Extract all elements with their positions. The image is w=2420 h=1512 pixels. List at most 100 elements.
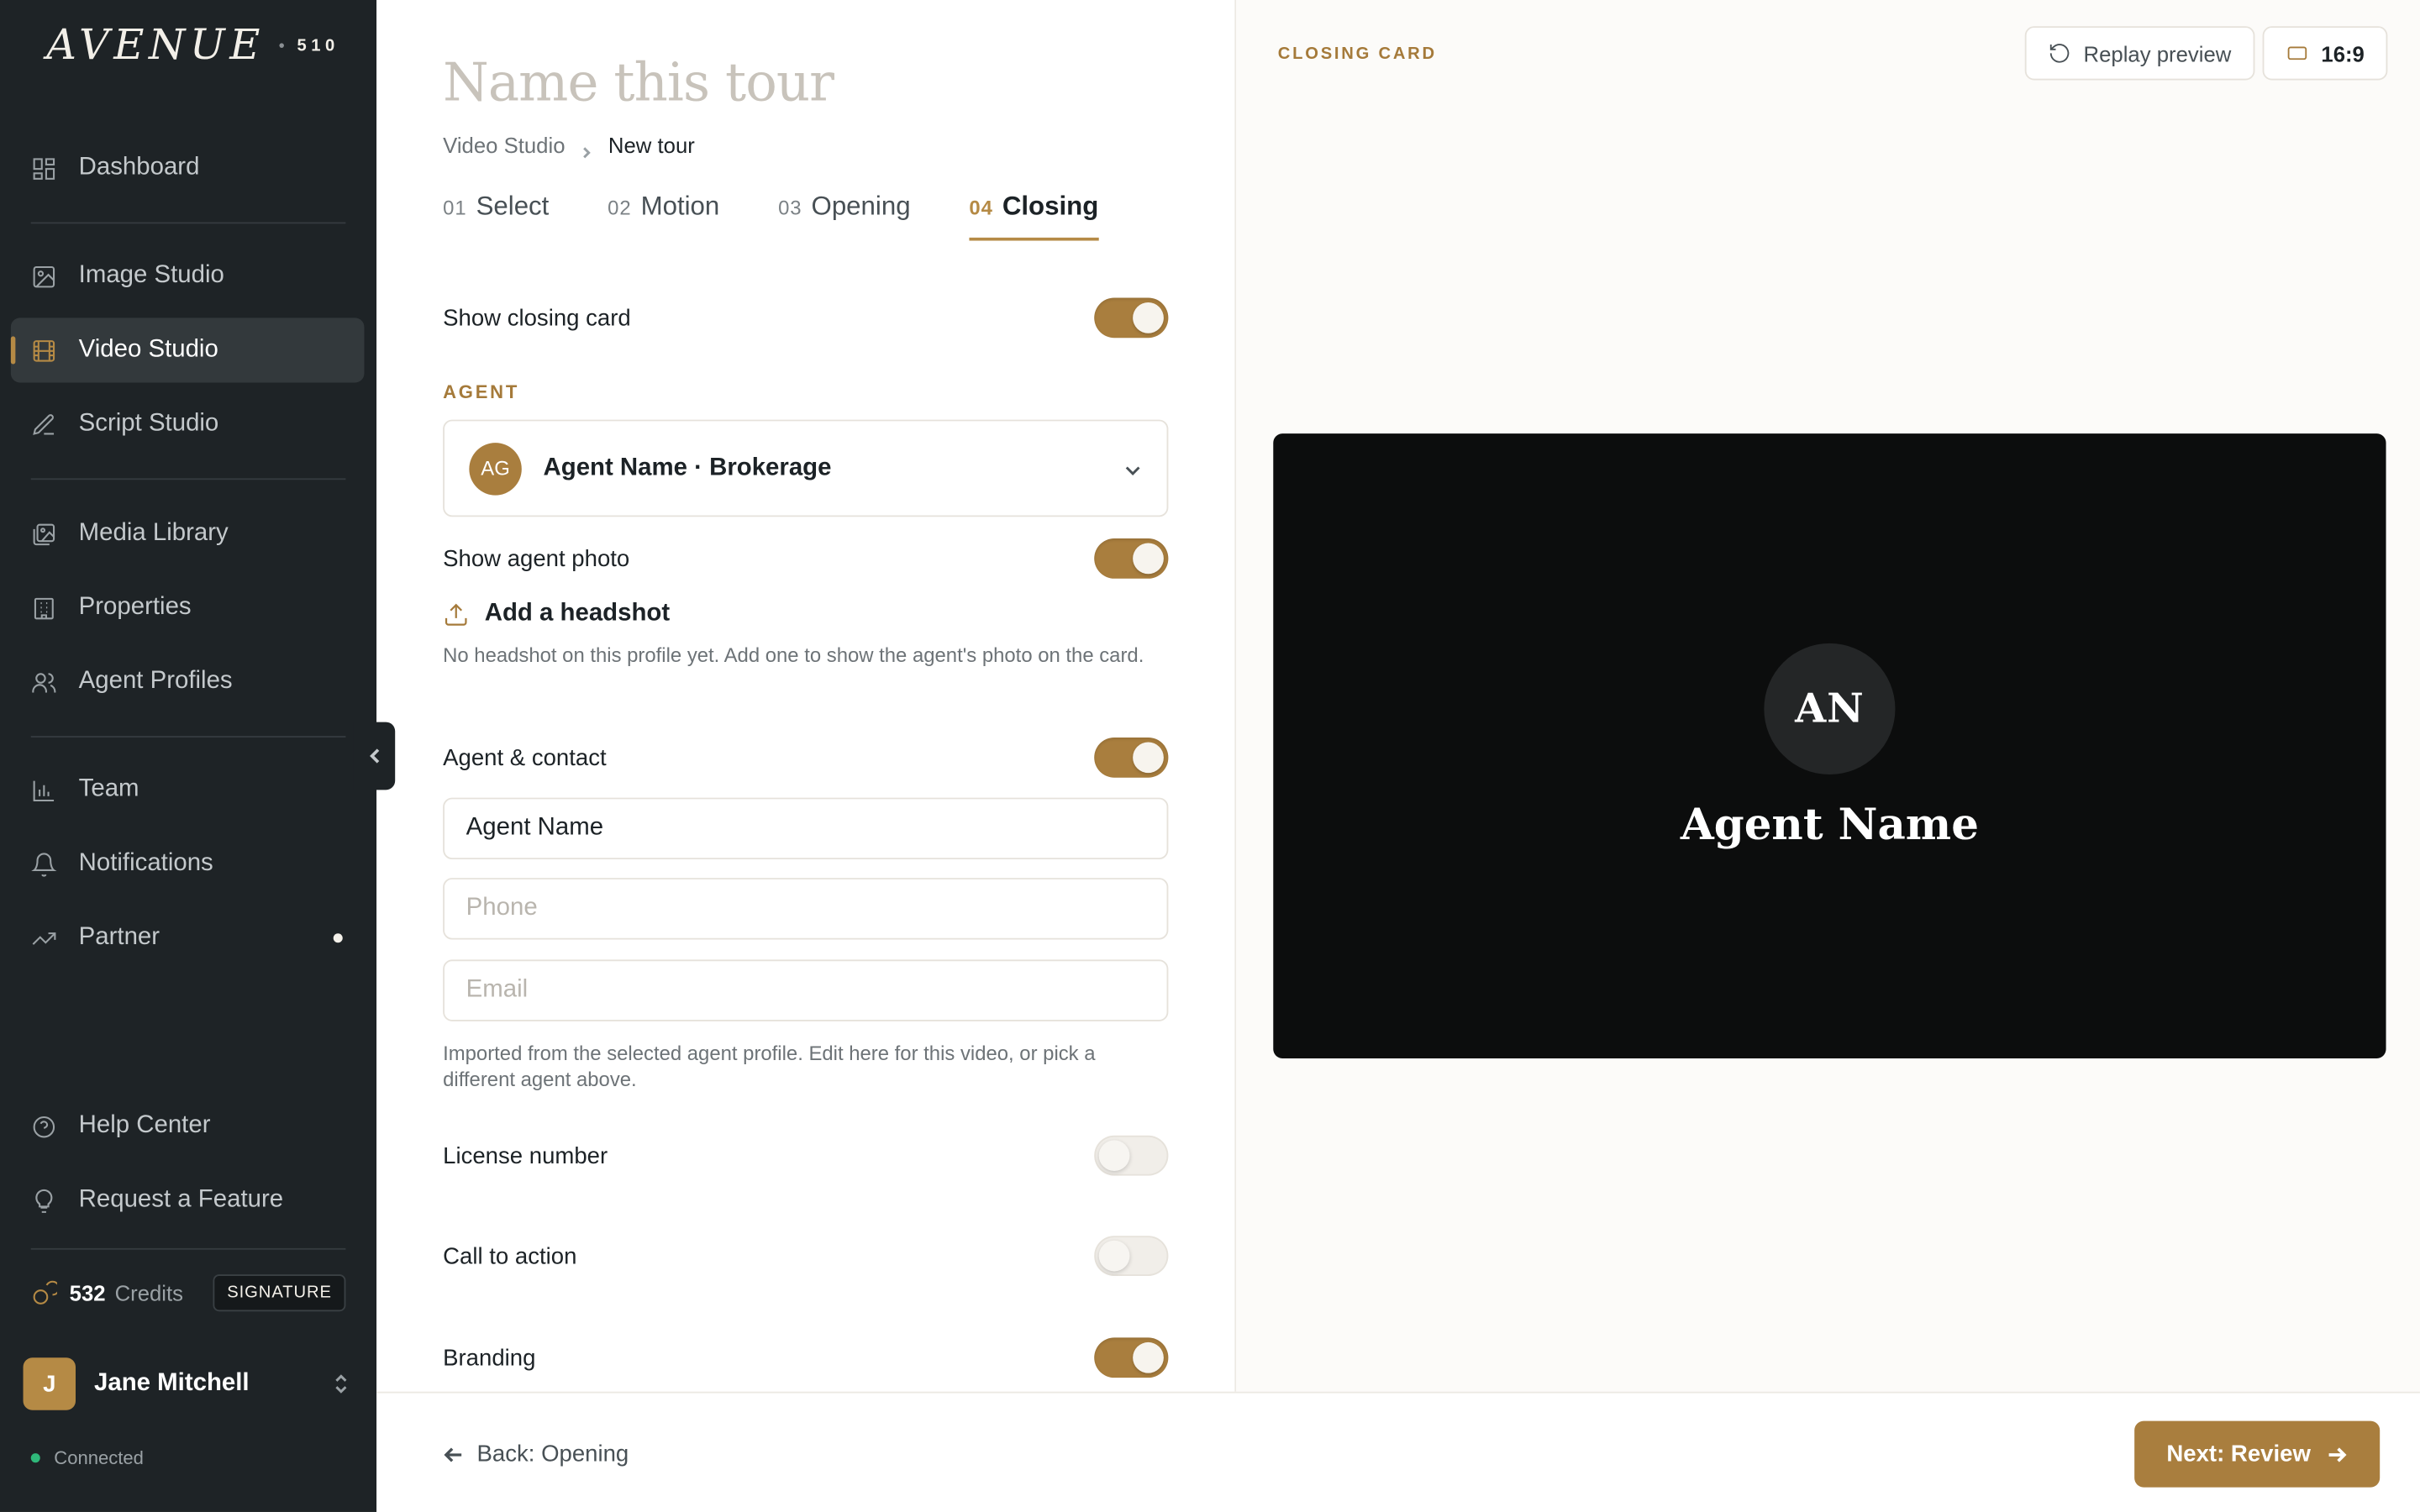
coins-icon	[33, 1279, 57, 1304]
tab-select[interactable]: 01 Select	[443, 192, 549, 241]
bar-chart-icon	[31, 777, 57, 803]
sidebar-item-label: Request a Feature	[78, 1186, 284, 1213]
tab-number: 01	[443, 196, 467, 219]
tab-label: Opening	[811, 191, 911, 221]
images-icon	[31, 521, 57, 547]
back-button[interactable]: Back: Opening	[443, 1441, 629, 1467]
brand-separator-dot	[280, 43, 285, 48]
sidebar-item-script-studio[interactable]: Script Studio	[11, 392, 365, 457]
next-button-label: Next: Review	[2166, 1441, 2311, 1467]
tab-label: Motion	[640, 191, 720, 221]
agent-name-field[interactable]	[443, 797, 1169, 860]
sidebar-item-label: Video Studio	[78, 336, 218, 363]
headshot-help-text: No headshot on this profile yet. Add one…	[443, 643, 1144, 667]
building-icon	[31, 595, 57, 621]
sidebar-item-label: Image Studio	[78, 262, 224, 289]
preview-agent-avatar: AN	[1764, 643, 1896, 775]
back-button-label: Back: Opening	[476, 1441, 629, 1467]
show-agent-photo-row: Show agent photo	[443, 538, 1169, 579]
sidebar-item-properties[interactable]: Properties	[11, 575, 365, 640]
next-button[interactable]: Next: Review	[2134, 1420, 2381, 1488]
partner-indicator-dot	[333, 933, 343, 943]
trending-up-icon	[31, 925, 57, 951]
call-to-action-label: Call to action	[443, 1242, 577, 1269]
sidebar-item-label: Script Studio	[78, 410, 219, 437]
plan-badge: SIGNATURE	[213, 1274, 346, 1312]
sidebar-item-label: Properties	[78, 594, 192, 621]
closing-card-preview[interactable]: AN Agent Name	[1273, 433, 2386, 1058]
user-name: Jane Mitchell	[94, 1369, 250, 1397]
agent-contact-row: Agent & contact	[443, 737, 1169, 778]
rectangle-icon	[2287, 46, 2307, 60]
help-circle-icon	[31, 1113, 57, 1139]
status-dot	[30, 1453, 40, 1463]
breadcrumb: Video Studio New tour	[443, 133, 695, 159]
tab-opening[interactable]: 03 Opening	[778, 192, 910, 241]
sidebar-item-label: Partner	[78, 924, 160, 951]
app-root: AVENUE 510 Dashboard Image Studio Video …	[0, 0, 2420, 1512]
tab-label: Select	[476, 191, 550, 221]
show-agent-photo-toggle[interactable]	[1094, 538, 1169, 579]
lightbulb-icon	[31, 1187, 57, 1213]
sidebar-item-request-feature[interactable]: Request a Feature	[11, 1168, 365, 1232]
sidebar-item-label: Dashboard	[78, 154, 200, 181]
sidebar-item-label: Notifications	[78, 850, 213, 877]
pen-icon	[31, 411, 57, 437]
sidebar-item-media-library[interactable]: Media Library	[11, 501, 365, 566]
chevron-down-icon	[1123, 459, 1142, 477]
brand-logo[interactable]: AVENUE 510	[46, 22, 339, 70]
sidebar-item-partner[interactable]: Partner	[11, 906, 365, 970]
contact-help-text: Imported from the selected agent profile…	[443, 1041, 1096, 1091]
user-menu[interactable]: J Jane Mitchell	[23, 1357, 350, 1410]
add-headshot-button[interactable]: Add a headshot	[443, 600, 670, 627]
breadcrumb-parent[interactable]: Video Studio	[443, 133, 565, 157]
image-icon	[31, 263, 57, 289]
phone-field[interactable]	[443, 878, 1169, 940]
replay-preview-button[interactable]: Replay preview	[2024, 26, 2254, 81]
aspect-ratio-button[interactable]: 16:9	[2262, 26, 2388, 81]
agent-select[interactable]: AG Agent Name · Brokerage	[443, 419, 1169, 517]
email-field[interactable]	[443, 959, 1169, 1021]
tab-number: 02	[608, 196, 632, 219]
sidebar-item-dashboard[interactable]: Dashboard	[11, 136, 365, 201]
credits-panel[interactable]: 532 Credits SIGNATURE	[31, 1274, 346, 1312]
sidebar-item-label: Media Library	[78, 519, 229, 547]
wizard-footer: Back: Opening Next: Review	[376, 1391, 2420, 1512]
license-number-label: License number	[443, 1142, 608, 1169]
sidebar-item-help-center[interactable]: Help Center	[11, 1094, 365, 1158]
aspect-ratio-label: 16:9	[2321, 40, 2365, 66]
call-to-action-row: Call to action	[443, 1236, 1169, 1276]
sidebar-item-notifications[interactable]: Notifications	[11, 832, 365, 896]
sidebar-item-team[interactable]: Team	[11, 758, 365, 822]
users-icon	[31, 669, 57, 695]
brand-suffix: 510	[297, 36, 339, 55]
sidebar-collapse-button[interactable]	[353, 722, 396, 790]
call-to-action-toggle[interactable]	[1094, 1236, 1169, 1276]
sidebar-item-agent-profiles[interactable]: Agent Profiles	[11, 649, 365, 714]
replay-preview-label: Replay preview	[2083, 40, 2232, 66]
add-headshot-label: Add a headshot	[484, 600, 671, 627]
sidebar-item-image-studio[interactable]: Image Studio	[11, 244, 365, 308]
branding-toggle[interactable]	[1094, 1337, 1169, 1378]
sidebar-divider	[30, 478, 346, 480]
agent-contact-toggle[interactable]	[1094, 737, 1169, 778]
tab-closing[interactable]: 04 Closing	[969, 192, 1098, 241]
license-number-toggle[interactable]	[1094, 1135, 1169, 1176]
arrow-left-icon	[444, 1446, 462, 1462]
tour-title-input[interactable]: Name this tour	[443, 52, 834, 113]
sidebar-item-label: Help Center	[78, 1112, 211, 1139]
tab-motion[interactable]: 02 Motion	[608, 192, 719, 241]
sidebar-divider	[30, 1247, 346, 1250]
sidebar: AVENUE 510 Dashboard Image Studio Video …	[0, 0, 377, 1512]
tab-number: 03	[778, 196, 802, 219]
chevron-right-icon	[581, 139, 593, 159]
rotate-ccw-icon	[2049, 44, 2070, 63]
film-icon	[31, 337, 57, 363]
show-agent-photo-label: Show agent photo	[443, 545, 630, 572]
bell-icon	[31, 851, 57, 877]
sidebar-item-video-studio[interactable]: Video Studio	[10, 318, 365, 383]
branding-label: Branding	[443, 1344, 536, 1371]
step-tabs: 01 Select 02 Motion 03 Opening 04 Closin…	[443, 192, 1157, 241]
closing-settings-panel: Name this tour Video Studio New tour 01 …	[376, 0, 1237, 1392]
show-closing-card-toggle[interactable]	[1094, 297, 1169, 339]
